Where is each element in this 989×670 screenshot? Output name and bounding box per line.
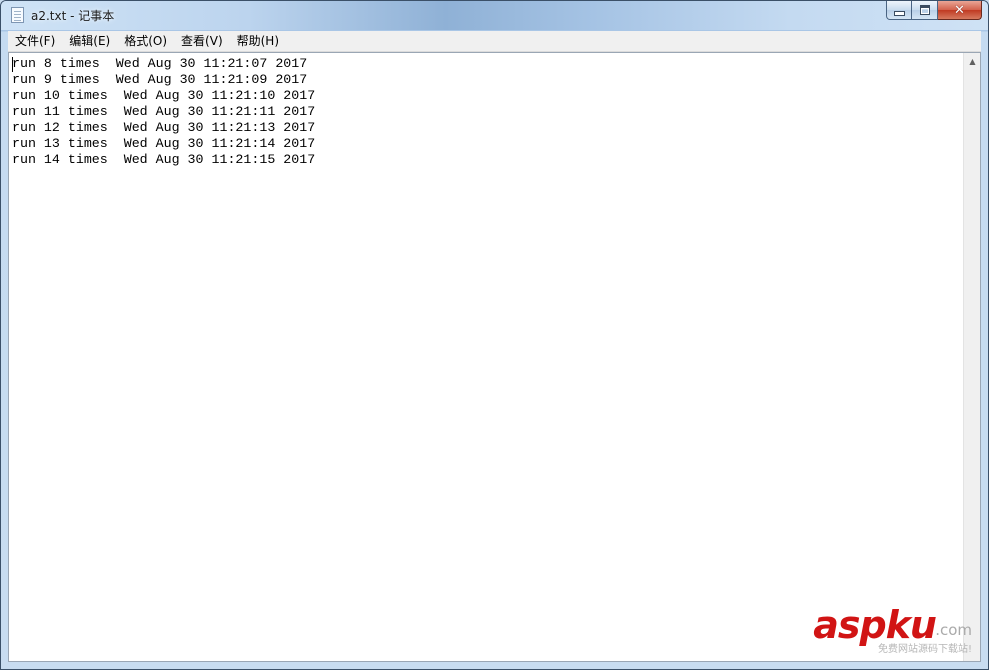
close-button[interactable]: ✕ <box>938 1 982 20</box>
text-line: run 14 times Wed Aug 30 11:21:15 2017 <box>12 152 316 167</box>
minimize-button[interactable] <box>886 1 912 20</box>
text-editor[interactable]: run 8 times Wed Aug 30 11:21:07 2017 run … <box>8 52 981 662</box>
notepad-window: a2.txt - 记事本 ✕ 文件(F) 编辑(E) 格式(O) 查看(V) 帮… <box>0 0 989 670</box>
caption-buttons: ✕ <box>886 1 982 21</box>
menu-view[interactable]: 查看(V) <box>174 32 230 51</box>
menu-edit[interactable]: 编辑(E) <box>62 32 117 51</box>
minimize-icon <box>893 10 905 16</box>
maximize-icon <box>919 5 930 15</box>
text-line: run 9 times Wed Aug 30 11:21:09 2017 <box>12 72 308 87</box>
maximize-button[interactable] <box>912 1 938 20</box>
text-line: run 10 times Wed Aug 30 11:21:10 2017 <box>12 88 316 103</box>
watermark-logo: aspku <box>813 603 937 647</box>
notepad-icon[interactable] <box>11 7 24 23</box>
menu-format[interactable]: 格式(O) <box>117 32 174 51</box>
menu-file[interactable]: 文件(F) <box>8 32 62 51</box>
text-line: run 8 times Wed Aug 30 11:21:07 2017 <box>12 56 308 71</box>
watermark: aspku .com 免费网站源码下载站! <box>802 605 972 655</box>
menu-bar: 文件(F) 编辑(E) 格式(O) 查看(V) 帮助(H) <box>8 31 981 52</box>
title-bar[interactable]: a2.txt - 记事本 ✕ <box>1 1 988 30</box>
text-line: run 13 times Wed Aug 30 11:21:14 2017 <box>12 136 316 151</box>
text-line: run 11 times Wed Aug 30 11:21:11 2017 <box>12 104 316 119</box>
menu-help[interactable]: 帮助(H) <box>230 32 286 51</box>
window-title: a2.txt - 记事本 <box>31 9 115 23</box>
vertical-scrollbar[interactable]: ▲ <box>963 53 980 661</box>
text-line: run 12 times Wed Aug 30 11:21:13 2017 <box>12 120 316 135</box>
watermark-tagline: 免费网站源码下载站! <box>877 644 972 655</box>
close-icon: ✕ <box>954 2 965 18</box>
scroll-up-arrow-icon[interactable]: ▲ <box>964 55 981 69</box>
document-text[interactable]: run 8 times Wed Aug 30 11:21:07 2017 run … <box>12 56 960 661</box>
watermark-suffix: .com <box>935 621 972 639</box>
